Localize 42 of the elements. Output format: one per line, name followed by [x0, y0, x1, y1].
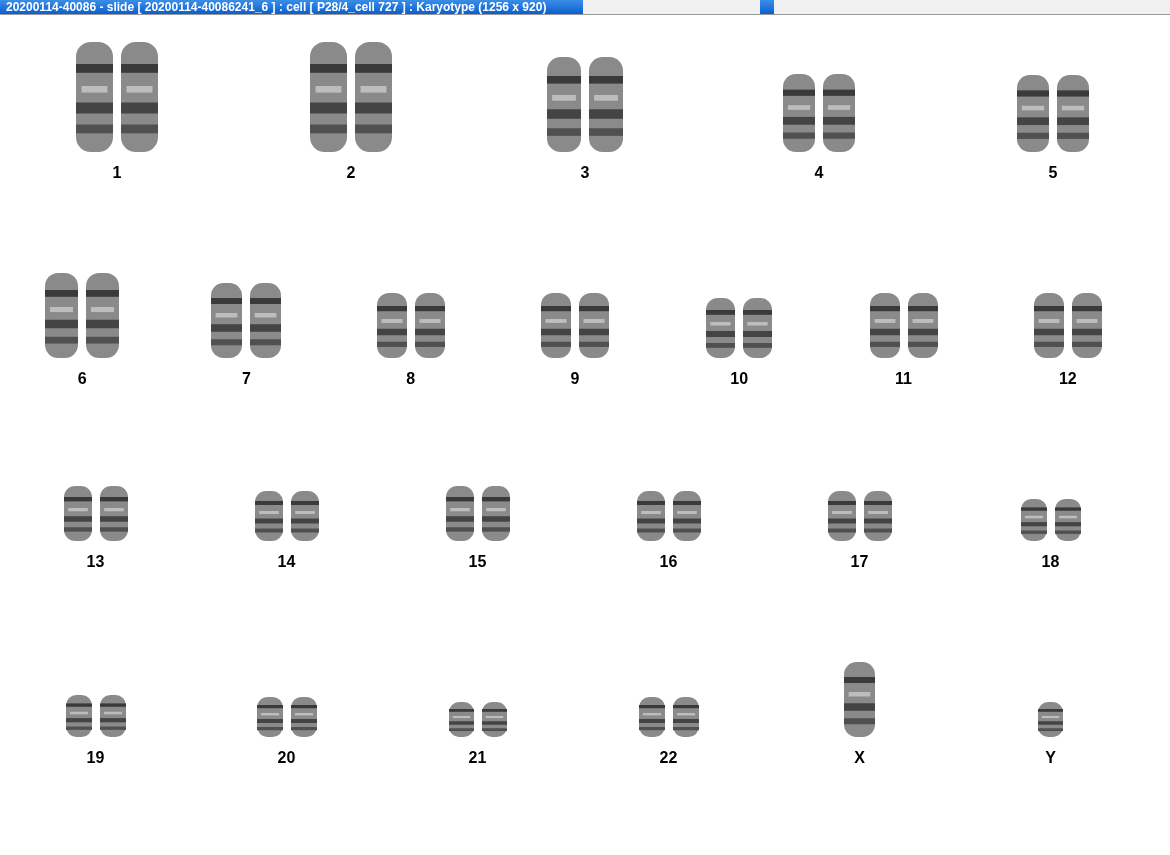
chromosome-label: 8	[406, 370, 416, 388]
chromosome-drawing	[541, 293, 609, 358]
chromosome-drawing	[706, 298, 773, 358]
chromosome-drawing	[827, 491, 892, 541]
chromosome-label: 5	[1048, 164, 1058, 182]
chromosome-label: 22	[659, 749, 678, 767]
chromosome-drawing	[1038, 702, 1063, 737]
chromosome-label: 17	[850, 553, 869, 571]
chromosome-label: 9	[570, 370, 580, 388]
chromosome-drawing	[254, 491, 319, 541]
chromosome-label: 10	[730, 370, 749, 388]
chromosome-label: 2	[346, 164, 356, 182]
chromosome-drawing	[445, 486, 510, 541]
chromosome-drawing	[1033, 293, 1102, 358]
chromosome-drawing	[636, 491, 701, 541]
chromosome-label: 19	[86, 749, 105, 767]
chromosome-label: 3	[580, 164, 590, 182]
chromosome-drawing	[376, 293, 445, 358]
chromosome-label: 15	[468, 553, 487, 571]
chromosome-label: 16	[659, 553, 678, 571]
chromosome-drawing	[65, 695, 126, 737]
chromosome-label: 11	[895, 370, 912, 388]
scroll-thumb[interactable]	[760, 0, 774, 14]
chromosome-label: 1	[112, 164, 122, 182]
chromosome-label: Y	[1045, 749, 1056, 767]
chromosome-drawing	[638, 697, 699, 737]
chromosome-label: 21	[468, 749, 487, 767]
chromosome-label: 14	[277, 553, 296, 571]
chromosome-label: 6	[77, 370, 87, 388]
chromosome-drawing	[63, 486, 128, 541]
chromosome-label: 20	[277, 749, 296, 767]
chromosome-label: 4	[814, 164, 824, 182]
chromosome-label: 13	[86, 553, 105, 571]
chromosome-drawing	[256, 697, 317, 737]
chromosome-drawing	[1020, 499, 1081, 541]
chromosome-label: 12	[1058, 370, 1077, 388]
chromosome-label: X	[854, 749, 865, 767]
chromosome-label: 7	[241, 370, 251, 388]
chromosome-drawing	[448, 702, 507, 737]
chromosome-label: 18	[1041, 553, 1060, 571]
window-title: 20200114-40086 - slide [ 20200114-40086241_6 ] : cell [ P28/4_cell 727 ] : Karyotype (1256 x 920)	[0, 0, 583, 14]
chromosome-drawing	[869, 293, 938, 358]
